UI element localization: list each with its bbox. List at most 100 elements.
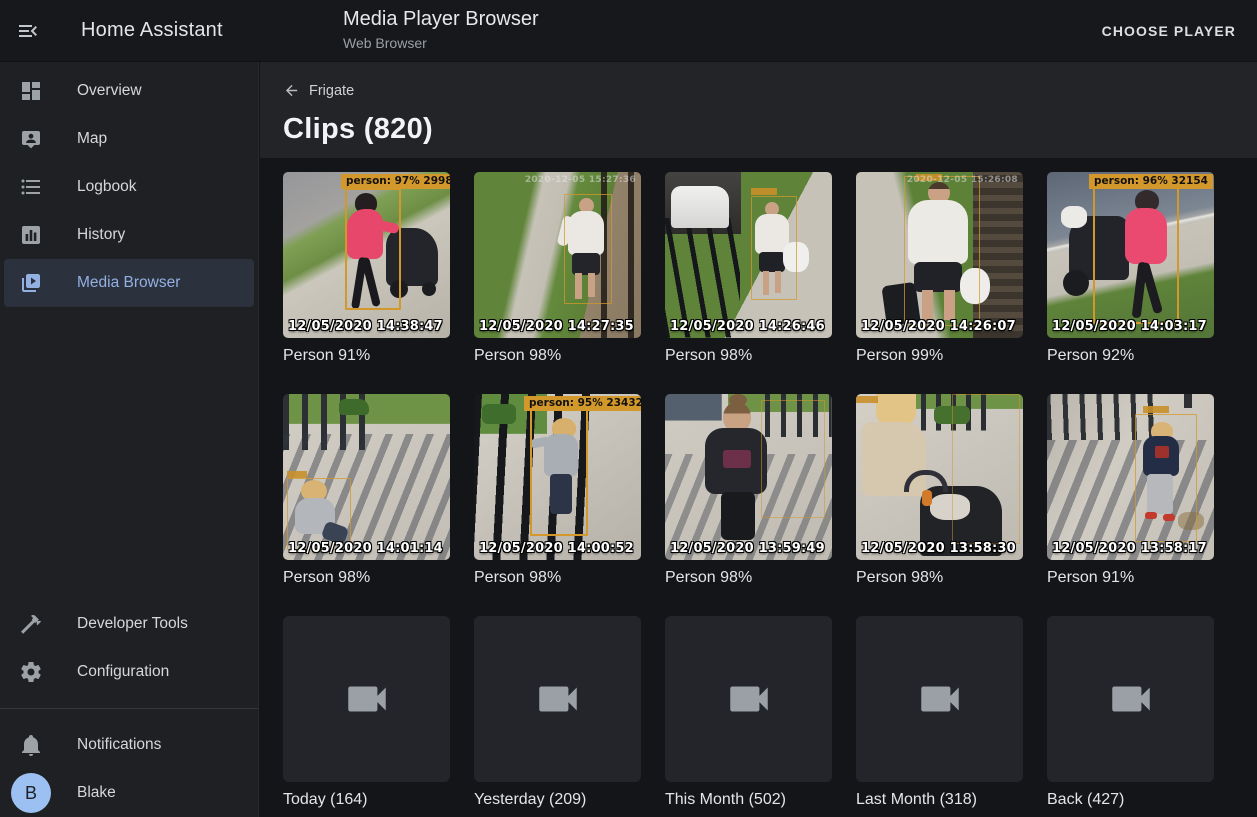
sidebar-item-label: Logbook	[77, 178, 136, 196]
clip-card: 12/05/2020 13:58:30 Person 98%	[856, 394, 1023, 587]
folder-tile[interactable]	[856, 616, 1023, 782]
car-figure	[671, 186, 729, 228]
timestamp-overlay: 12/05/2020 14:27:35	[479, 319, 634, 334]
breadcrumb[interactable]: Frigate	[283, 82, 354, 99]
clip-thumbnail[interactable]: person: 97% 29988 12/05/2020 14:38:47	[283, 172, 450, 338]
folder-tile[interactable]	[283, 616, 450, 782]
media-browser-header: Frigate Clips (820)	[260, 61, 1257, 158]
camera-timestamp-overlay: 2020-12-05 15:27:36	[525, 175, 636, 185]
detection-box	[1093, 186, 1179, 324]
sidebar-item-history[interactable]: History	[4, 211, 254, 259]
sidebar-item-overview[interactable]: Overview	[4, 67, 254, 115]
page-subtitle: Web Browser	[343, 35, 539, 51]
clip-thumbnail[interactable]: 12/05/2020 14:01:14	[283, 394, 450, 560]
view-dashboard-icon	[19, 79, 43, 103]
sidebar-item-media-browser[interactable]: Media Browser	[4, 259, 254, 307]
clip-thumbnail[interactable]: person: 96% 32154 12/05/2020 14:03:17	[1047, 172, 1214, 338]
timestamp-overlay: 12/05/2020 14:26:07	[861, 319, 1016, 334]
clip-card: person: 97% 29988 12/05/2020 14:38:47 Pe…	[283, 172, 450, 365]
clip-card: 12/05/2020 14:26:46 Person 98%	[665, 172, 832, 365]
sidebar-item-map[interactable]: Map	[4, 115, 254, 163]
video-camera-icon	[533, 674, 583, 724]
bar-chart-box-icon	[19, 223, 43, 247]
sidebar-item-developer-tools[interactable]: Developer Tools	[4, 600, 254, 648]
folder-card: Back (427)	[1047, 616, 1214, 809]
detection-box	[1135, 414, 1197, 542]
clip-card: person: 95% 23432 12/05/2020 14:00:52 Pe…	[474, 394, 641, 587]
clip-label: Person 91%	[283, 347, 450, 365]
clip-thumbnail[interactable]: 12/05/2020 14:26:46	[665, 172, 832, 338]
detection-box	[564, 194, 612, 304]
arrow-left-icon	[283, 82, 300, 99]
folder-label: Last Month (318)	[856, 791, 1023, 809]
timestamp-overlay: 12/05/2020 13:58:30	[861, 541, 1016, 556]
sidebar-item-label: Media Browser	[77, 274, 180, 292]
folder-tile[interactable]	[665, 616, 832, 782]
list-bulleted-icon	[19, 175, 43, 199]
detection-banner	[1143, 406, 1169, 413]
sidebar-divider	[0, 708, 258, 709]
clip-label: Person 98%	[665, 569, 832, 587]
choose-player-button[interactable]: CHOOSE PLAYER	[1102, 23, 1236, 39]
sidebar-item-label: Configuration	[77, 663, 169, 681]
detection-box	[530, 408, 588, 536]
timestamp-overlay: 12/05/2020 13:58:17	[1052, 541, 1207, 556]
detection-box	[345, 188, 401, 310]
person-figure	[1184, 394, 1192, 408]
toy-figure	[482, 404, 516, 424]
camera-timestamp-overlay: 2020-12-05 15:26:08	[907, 175, 1018, 185]
folder-card: Last Month (318)	[856, 616, 1023, 809]
sidebar-item-logbook[interactable]: Logbook	[4, 163, 254, 211]
clip-thumbnail[interactable]: 12/05/2020 13:58:17	[1047, 394, 1214, 560]
detection-banner: person: 96% 32154	[1089, 174, 1213, 189]
top-app-bar: Home Assistant Media Player Browser Web …	[0, 0, 1257, 61]
person-figure	[721, 492, 755, 540]
clip-thumbnail[interactable]: 12/05/2020 13:58:30	[856, 394, 1023, 560]
clip-label: Person 98%	[474, 347, 641, 365]
toy-figure	[339, 399, 369, 415]
sidebar-item-label: Developer Tools	[77, 615, 188, 633]
play-box-multiple-icon	[19, 271, 43, 295]
sidebar-item-profile[interactable]: B Blake	[4, 769, 254, 817]
clip-label: Person 99%	[856, 347, 1023, 365]
detection-box	[287, 478, 351, 550]
menu-open-icon[interactable]	[16, 19, 40, 43]
clip-label: Person 98%	[474, 569, 641, 587]
clip-card: 2020-12-05 15:27:36 12/05/2020 14:27:35 …	[474, 172, 641, 365]
media-browser-content: person: 97% 29988 12/05/2020 14:38:47 Pe…	[260, 158, 1257, 817]
folder-card: This Month (502)	[665, 616, 832, 809]
sidebar-item-label: History	[77, 226, 125, 244]
clip-thumbnail[interactable]: 12/05/2020 13:59:49	[665, 394, 832, 560]
bag-figure	[1061, 206, 1087, 228]
clip-thumbnail[interactable]: 2020-12-05 15:27:36 12/05/2020 14:27:35	[474, 172, 641, 338]
gear-icon	[19, 660, 43, 684]
folder-tile[interactable]	[474, 616, 641, 782]
clip-thumbnail[interactable]: person: 95% 23432 12/05/2020 14:00:52	[474, 394, 641, 560]
person-figure	[723, 450, 751, 468]
page-title: Media Player Browser	[343, 8, 539, 31]
timestamp-overlay: 12/05/2020 14:00:52	[479, 541, 634, 556]
folder-tile[interactable]	[1047, 616, 1214, 782]
clip-label: Person 98%	[665, 347, 832, 365]
hammer-icon	[19, 612, 43, 636]
folder-label: This Month (502)	[665, 791, 832, 809]
detection-banner: person: 97% 29988	[341, 174, 450, 189]
clip-label: Person 91%	[1047, 569, 1214, 587]
detection-banner: person: 95% 23432	[524, 396, 641, 411]
browser-header: Media Player Browser Web Browser	[343, 8, 539, 51]
clip-card: 12/05/2020 14:01:14 Person 98%	[283, 394, 450, 587]
sidebar-item-label: Map	[77, 130, 107, 148]
sidebar-item-configuration[interactable]: Configuration	[4, 648, 254, 696]
folder-card: Today (164)	[283, 616, 450, 809]
detection-banner	[287, 471, 307, 478]
timestamp-overlay: 12/05/2020 14:01:14	[288, 541, 443, 556]
clip-thumbnail[interactable]: 2020-12-05 15:26:08 12/05/2020 14:26:07	[856, 172, 1023, 338]
sidebar-item-notifications[interactable]: Notifications	[4, 721, 254, 769]
timestamp-overlay: 12/05/2020 14:26:46	[670, 319, 825, 334]
sidebar: Overview Map Logbook History	[0, 61, 259, 817]
sidebar-item-label: Overview	[77, 82, 142, 100]
detection-box	[751, 196, 797, 300]
clip-card: person: 96% 32154 12/05/2020 14:03:17 Pe…	[1047, 172, 1214, 365]
toy-figure	[922, 490, 932, 506]
account-location-icon	[19, 127, 43, 151]
